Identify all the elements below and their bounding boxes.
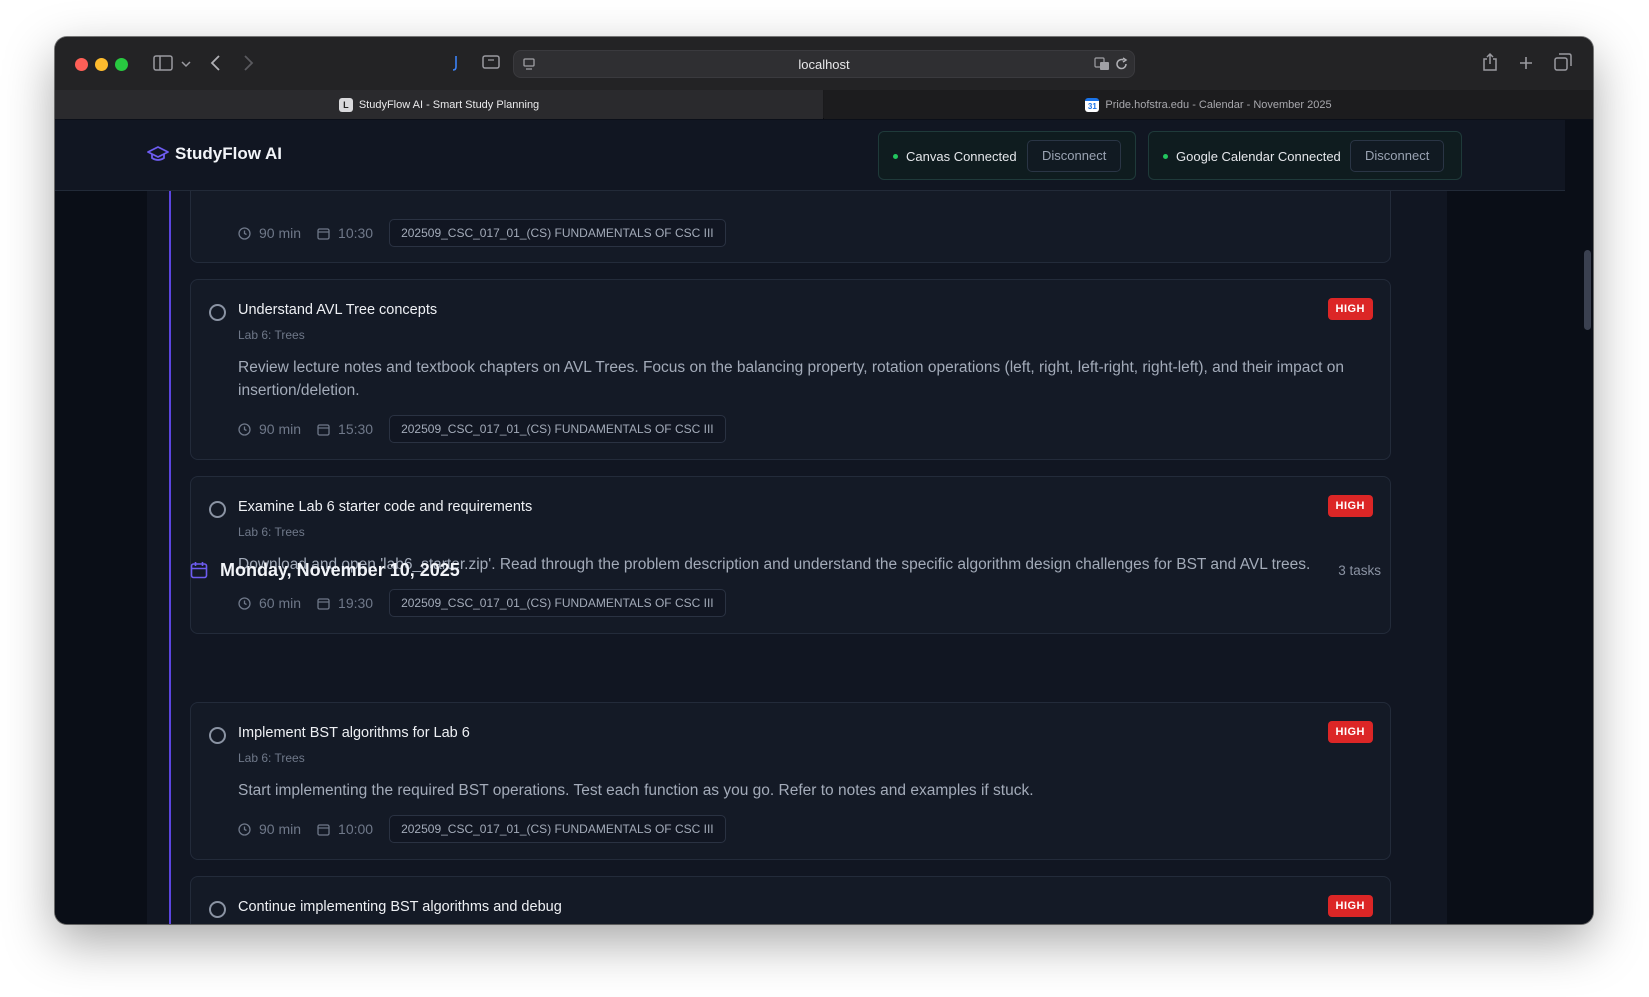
calendar-icon (317, 823, 330, 836)
calendar-icon (317, 423, 330, 436)
task-card[interactable]: Continue implementing BST algorithms and… (190, 876, 1391, 924)
back-icon[interactable] (209, 54, 221, 72)
chevron-down-icon[interactable] (181, 60, 191, 68)
clock-icon (238, 822, 251, 836)
course-tag: 202509_CSC_017_01_(CS) FUNDAMENTALS OF C… (389, 415, 726, 443)
minimize-window-button[interactable] (95, 58, 108, 71)
task-assignment: Lab 6: Trees (238, 751, 305, 765)
task-assignment: Lab 6: Trees (238, 328, 305, 342)
task-checkbox[interactable] (209, 304, 226, 321)
day-title: Monday, November 10, 2025 (220, 560, 460, 580)
address-text: localhost (798, 57, 850, 72)
course-tag: 202509_CSC_017_01_(CS) FUNDAMENTALS OF C… (389, 815, 726, 843)
calendar-icon (317, 227, 330, 240)
task-description: Review lecture notes and textbook chapte… (238, 359, 1344, 399)
tab-label: Pride.hofstra.edu - Calendar - November … (1105, 98, 1332, 111)
clock-icon (238, 596, 251, 610)
close-window-button[interactable] (75, 58, 88, 71)
task-assignment: Lab 6: Trees (238, 525, 305, 539)
reader-icon[interactable] (482, 54, 500, 70)
translate-icon[interactable] (1094, 57, 1110, 71)
extension-icon[interactable] (450, 53, 460, 73)
tab-bar: L StudyFlow AI - Smart Study Planning 31… (55, 90, 1593, 119)
favicon: L (338, 97, 353, 112)
share-icon[interactable] (1482, 52, 1498, 72)
task-meta: 90 min 10:30 202509_CSC_017_01_(CS) FUND… (238, 219, 726, 247)
task-title: Understand AVL Tree concepts (238, 302, 438, 318)
task-checkbox[interactable] (209, 501, 226, 518)
task-card[interactable]: Understand AVL Tree concepts HIGH Lab 6:… (190, 279, 1391, 460)
task-card[interactable]: Implement BST algorithms for Lab 6 HIGH … (190, 702, 1391, 860)
clock-icon (238, 226, 251, 240)
day-task-count: 3 tasks (1338, 563, 1381, 578)
tab-calendar[interactable]: 31 Pride.hofstra.edu - Calendar - Novemb… (824, 90, 1593, 119)
app-name: StudyFlow AI (175, 144, 283, 163)
connection-label: Canvas Connected (906, 149, 1017, 164)
page-scrollbar[interactable] (1584, 250, 1591, 330)
new-tab-icon[interactable] (1518, 55, 1534, 71)
browser-toolbar: localhost (55, 37, 1593, 90)
task-duration: 90 min (259, 821, 302, 837)
priority-badge: HIGH (1327, 495, 1373, 517)
status-dot (893, 154, 898, 159)
task-meta: 60 min 19:30 202509_CSC_017_01_(CS) FUND… (238, 589, 726, 617)
calendar-icon (317, 597, 330, 610)
priority-badge: HIGH (1327, 298, 1373, 320)
address-bar[interactable]: localhost (513, 50, 1135, 78)
priority-badge: HIGH (1327, 721, 1373, 743)
task-title: Implement BST algorithms for Lab 6 (238, 725, 470, 741)
tab-studyflow[interactable]: L StudyFlow AI - Smart Study Planning (55, 90, 823, 119)
task-description: Start implementing the required BST oper… (238, 782, 1034, 799)
task-title: Examine Lab 6 starter code and requireme… (238, 499, 533, 515)
browser-window: localhost L StudyFlow AI - Smart Study P… (55, 37, 1593, 924)
task-duration: 90 min (259, 421, 302, 437)
tab-label: StudyFlow AI - Smart Study Planning (358, 98, 540, 111)
task-meta: 90 min 15:30 202509_CSC_017_01_(CS) FUND… (238, 415, 726, 443)
task-time: 15:30 (338, 421, 374, 437)
task-time: 10:30 (338, 225, 374, 241)
sidebar-toggle-icon[interactable] (153, 55, 173, 71)
task-duration: 90 min (259, 225, 302, 241)
task-title: Continue implementing BST algorithms and… (238, 899, 562, 915)
task-checkbox[interactable] (209, 727, 226, 744)
status-dot (1163, 154, 1168, 159)
task-duration: 60 min (259, 595, 302, 611)
calendar-icon (190, 562, 208, 579)
calendar-favicon-icon: 31 (1085, 97, 1100, 112)
google-calendar-connection: Google Calendar Connected Disconnect (1148, 131, 1462, 180)
timeline-line (169, 120, 171, 924)
task-time: 10:00 (338, 821, 374, 837)
forward-icon[interactable] (243, 54, 255, 72)
clock-icon (238, 422, 251, 436)
page-content: StudyFlow AI Canvas Connected Disconnect… (55, 120, 1593, 924)
task-checkbox[interactable] (209, 901, 226, 918)
graduation-cap-icon (147, 146, 169, 161)
course-tag: 202509_CSC_017_01_(CS) FUNDAMENTALS OF C… (389, 219, 726, 247)
task-meta: 90 min 10:00 202509_CSC_017_01_(CS) FUND… (238, 815, 726, 843)
canvas-disconnect-button[interactable]: Disconnect (1027, 140, 1122, 172)
tab-overview-icon[interactable] (1554, 53, 1572, 71)
task-time: 19:30 (338, 595, 374, 611)
google-disconnect-button[interactable]: Disconnect (1350, 140, 1445, 172)
connection-label: Google Calendar Connected (1176, 149, 1341, 164)
app-header: StudyFlow AI Canvas Connected Disconnect… (55, 120, 1565, 191)
reload-icon[interactable] (1115, 57, 1129, 71)
priority-badge: HIGH (1327, 895, 1373, 917)
zoom-window-button[interactable] (115, 58, 128, 71)
course-tag: 202509_CSC_017_01_(CS) FUNDAMENTALS OF C… (389, 589, 726, 617)
day-header: Monday, November 10, 2025 3 tasks (190, 551, 1391, 591)
canvas-connection: Canvas Connected Disconnect (878, 131, 1136, 180)
